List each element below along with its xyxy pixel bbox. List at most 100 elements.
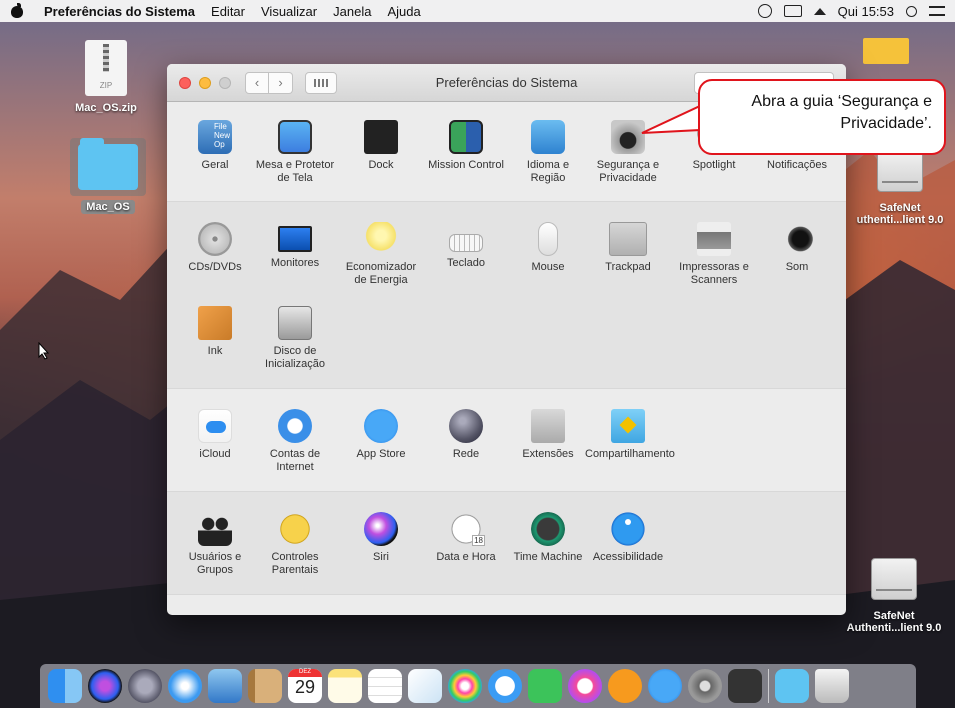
menu-ajuda[interactable]: Ajuda — [387, 4, 420, 19]
pref-rede[interactable]: Rede — [426, 409, 506, 461]
callout-text: Abra a guia ‘Segurança e Privacidade’. — [751, 93, 932, 132]
mouse-cursor-icon — [38, 342, 50, 360]
pref-siri[interactable]: Siri — [341, 512, 421, 564]
menu-app-name[interactable]: Preferências do Sistema — [44, 4, 195, 19]
pref-som[interactable]: Som — [757, 222, 837, 274]
image-capture-icon[interactable] — [408, 669, 442, 703]
pref-trackpad[interactable]: Trackpad — [588, 222, 668, 274]
desktop-folder-yellow[interactable] — [845, 38, 935, 64]
nav-buttons: ‹ › — [245, 71, 293, 94]
pref-acessibilidade[interactable]: Acessibilidade — [588, 512, 668, 564]
startup-disk-icon — [278, 306, 312, 340]
pref-geral[interactable]: File New Op Geral — [175, 120, 255, 172]
back-button[interactable]: ‹ — [245, 71, 269, 94]
folder-label: Mac_OS — [81, 200, 135, 214]
pref-label: App Store — [356, 448, 406, 460]
app-store-dock-icon[interactable] — [648, 669, 682, 703]
contacts-icon[interactable] — [248, 669, 282, 703]
siri-icon — [364, 512, 398, 546]
pref-label: iCloud — [199, 448, 231, 460]
user-icon[interactable] — [757, 4, 772, 18]
desktop-drive-1[interactable]: SafeNet uthenti...lient 9.0 — [845, 150, 955, 226]
itunes-icon[interactable] — [568, 669, 602, 703]
pref-economizador[interactable]: Economizador de Energia — [341, 222, 421, 287]
pref-extensoes[interactable]: Extensões — [508, 409, 588, 461]
pref-icloud[interactable]: iCloud — [175, 409, 255, 461]
pref-impressoras[interactable]: Impressoras e Scanners — [674, 222, 754, 287]
finder-icon[interactable] — [48, 669, 82, 703]
desktop-drive-2[interactable]: SafeNet Authenti...lient 9.0 — [836, 558, 952, 634]
system-preferences-dock-icon[interactable] — [688, 669, 722, 703]
photos-icon[interactable] — [448, 669, 482, 703]
pref-teclado[interactable]: Teclado — [426, 222, 506, 270]
display-mirroring-icon[interactable] — [783, 5, 802, 17]
pref-controles-parentais[interactable]: Controles Parentais — [255, 512, 335, 577]
show-all-button[interactable] — [305, 71, 337, 94]
facetime-icon[interactable] — [528, 669, 562, 703]
pref-contas-internet[interactable]: Contas de Internet — [255, 409, 335, 474]
network-icon — [449, 409, 483, 443]
preview-icon[interactable] — [208, 669, 242, 703]
spotlight-search-icon[interactable] — [906, 5, 917, 17]
downloads-folder-icon[interactable] — [775, 669, 809, 703]
window-controls — [179, 76, 231, 89]
zoom-button[interactable] — [219, 76, 231, 89]
ink-icon — [198, 306, 232, 340]
pref-mesa-protetor[interactable]: Mesa e Protetor de Tela — [255, 120, 335, 185]
calendar-icon[interactable]: DEZ 29 — [288, 669, 322, 703]
pref-label: Mission Control — [428, 159, 504, 171]
drive-1-label-line2: uthenti...lient 9.0 — [856, 214, 944, 226]
pref-ink[interactable]: Ink — [175, 306, 255, 358]
pref-label: Rede — [452, 448, 480, 460]
safari-icon[interactable] — [168, 669, 202, 703]
pref-mission-control[interactable]: Mission Control — [426, 120, 506, 172]
pref-label: Mesa e Protetor de Tela — [255, 159, 335, 184]
pref-label: Controles Parentais — [271, 551, 319, 576]
pref-compartilhamento[interactable]: Compartilhamento — [585, 409, 675, 461]
pref-mouse[interactable]: Mouse — [508, 222, 588, 274]
forward-button[interactable]: › — [269, 71, 293, 94]
clock[interactable]: Qui 15:53 — [838, 4, 894, 19]
ibooks-icon[interactable] — [608, 669, 642, 703]
pref-idioma-regiao[interactable]: Idioma e Região — [508, 120, 588, 185]
siri-dock-icon[interactable] — [88, 669, 122, 703]
safenet-client-icon[interactable] — [728, 669, 762, 703]
launchpad-icon[interactable] — [128, 669, 162, 703]
pref-label: Usuários e Grupos — [188, 551, 242, 576]
trackpad-icon — [609, 222, 647, 256]
pref-cds-dvds[interactable]: CDs/DVDs — [175, 222, 255, 274]
pref-monitores[interactable]: Monitores — [255, 222, 335, 270]
trash-icon[interactable] — [815, 669, 849, 703]
pref-time-machine[interactable]: Time Machine — [508, 512, 588, 564]
pref-label: CDs/DVDs — [188, 261, 242, 273]
pref-data-hora[interactable]: 18 Data e Hora — [426, 512, 506, 564]
pref-disco-inicializacao[interactable]: Disco de Inicialização — [255, 306, 335, 371]
messages-icon[interactable] — [488, 669, 522, 703]
time-machine-icon — [531, 512, 565, 546]
desktop-zip-file[interactable]: ZIP Mac_OS.zip — [66, 40, 146, 114]
icloud-icon — [198, 409, 232, 443]
menu-janela[interactable]: Janela — [333, 4, 371, 19]
notes-icon[interactable] — [328, 669, 362, 703]
notification-center-icon[interactable] — [929, 6, 945, 16]
close-button[interactable] — [179, 76, 191, 89]
menu-visualizar[interactable]: Visualizar — [261, 4, 317, 19]
drive-icon — [871, 558, 917, 600]
pref-dock[interactable]: Dock — [341, 120, 421, 172]
pref-label: Time Machine — [513, 551, 583, 563]
instruction-callout: Abra a guia ‘Segurança e Privacidade’. — [698, 79, 946, 155]
eject-icon[interactable] — [813, 7, 826, 15]
parental-controls-icon — [278, 512, 312, 546]
desktop-folder[interactable]: Mac_OS — [70, 138, 146, 214]
app-store-icon — [364, 409, 398, 443]
drive-2-label-line1: SafeNet — [873, 610, 915, 622]
pref-label: Disco de Inicialização — [265, 345, 325, 370]
reminders-icon[interactable] — [368, 669, 402, 703]
minimize-button[interactable] — [199, 76, 211, 89]
pref-usuarios-grupos[interactable]: Usuários e Grupos — [175, 512, 255, 577]
pref-app-store[interactable]: App Store — [341, 409, 421, 461]
pref-label: Economizador de Energia — [345, 261, 417, 286]
apple-menu-icon[interactable] — [10, 3, 24, 19]
sharing-icon — [611, 409, 645, 443]
menu-editar[interactable]: Editar — [211, 4, 245, 19]
